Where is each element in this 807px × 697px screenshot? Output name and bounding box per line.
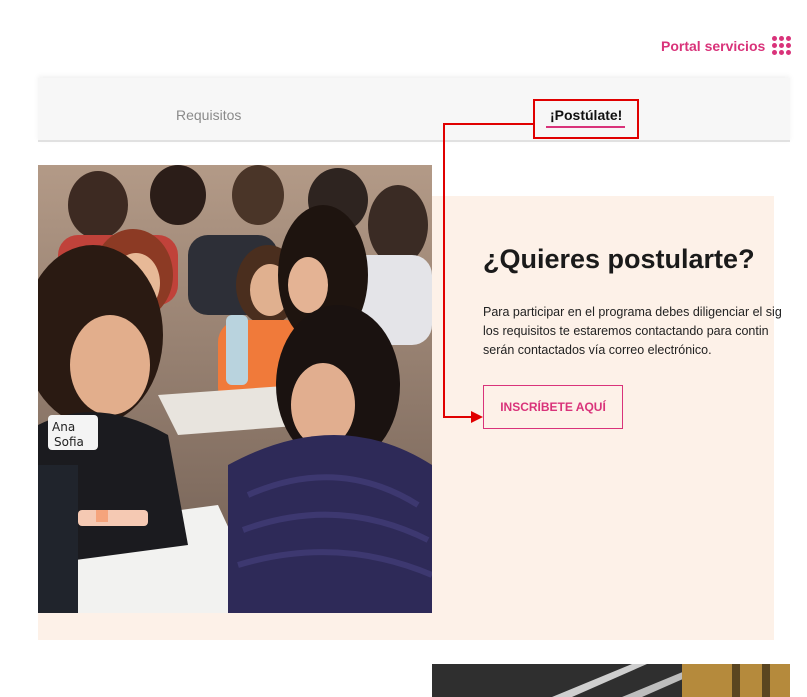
next-section-photo	[432, 664, 790, 697]
annotation-arrow	[443, 123, 533, 423]
